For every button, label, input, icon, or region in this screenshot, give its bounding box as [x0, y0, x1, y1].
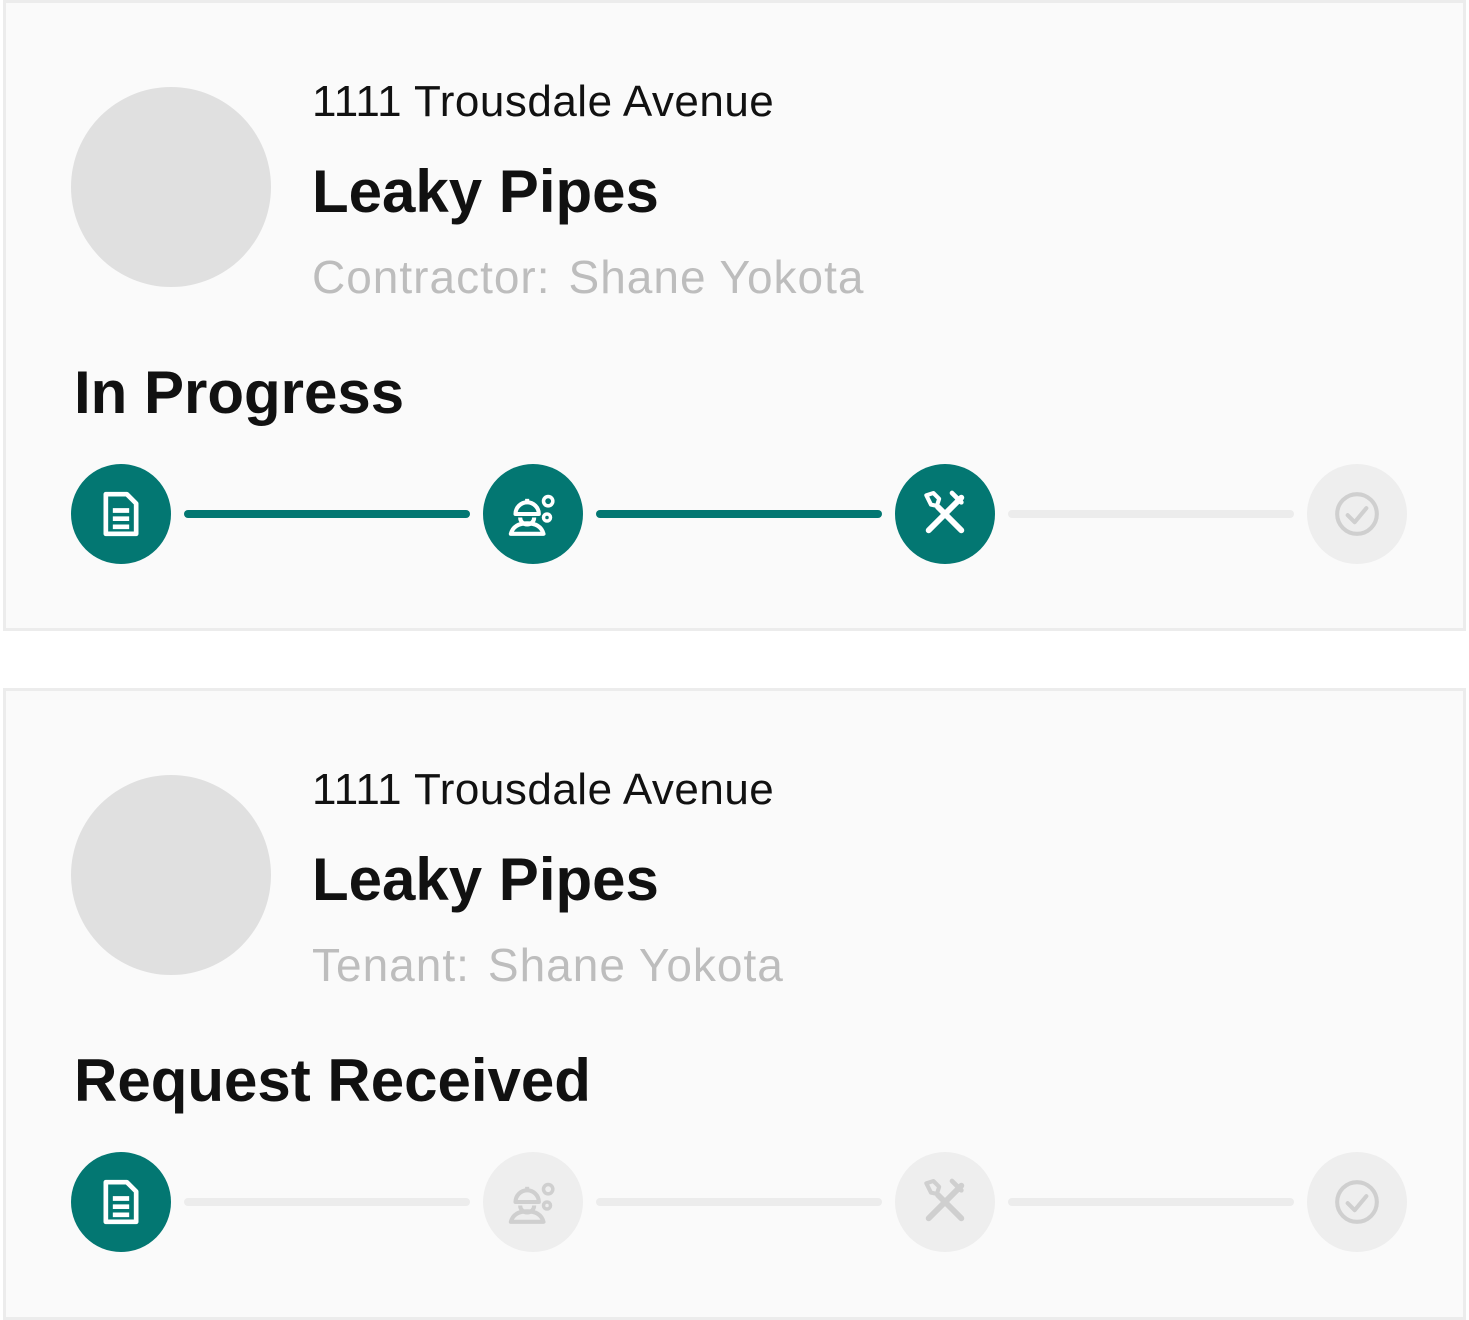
document-icon — [103, 491, 139, 537]
progress-connector — [1008, 1198, 1294, 1206]
request-card[interactable]: 1111 Trousdale Avenue Leaky Pipes Contra… — [3, 0, 1466, 631]
progress-connector — [596, 510, 882, 518]
status-label: In Progress — [74, 359, 405, 426]
progress-step-work — [895, 1152, 995, 1252]
check-circle-icon — [1335, 492, 1379, 536]
progress-step-assigned — [483, 464, 583, 564]
request-title: Leaky Pipes — [312, 158, 659, 225]
check-circle-icon — [1335, 1180, 1379, 1224]
tools-icon — [924, 1178, 965, 1222]
worker-gears-icon — [508, 1182, 555, 1224]
avatar — [71, 87, 271, 287]
assigned-person: Contractor: Shane Yokota — [312, 250, 864, 304]
progress-connector — [596, 1198, 882, 1206]
property-address: 1111 Trousdale Avenue — [312, 765, 775, 814]
progress-step-complete — [1307, 464, 1407, 564]
document-icon — [103, 1179, 139, 1225]
progress-step-request — [71, 1152, 171, 1252]
progress-step-request — [71, 464, 171, 564]
avatar — [71, 775, 271, 975]
tools-icon — [924, 490, 965, 534]
person-name: Shane Yokota — [568, 251, 865, 303]
progress-connector — [184, 1198, 470, 1206]
progress-step-assigned — [483, 1152, 583, 1252]
progress-connector — [184, 510, 470, 518]
request-card[interactable]: 1111 Trousdale Avenue Leaky Pipes Tenant… — [3, 688, 1466, 1320]
progress-step-work — [895, 464, 995, 564]
person-role-label: Contractor: — [312, 251, 551, 303]
person-role-label: Tenant: — [312, 939, 470, 991]
request-title: Leaky Pipes — [312, 846, 659, 913]
person-name: Shane Yokota — [487, 939, 784, 991]
assigned-person: Tenant: Shane Yokota — [312, 938, 784, 992]
progress-step-complete — [1307, 1152, 1407, 1252]
status-label: Request Received — [74, 1047, 591, 1114]
property-address: 1111 Trousdale Avenue — [312, 77, 775, 126]
progress-connector — [1008, 510, 1294, 518]
worker-gears-icon — [508, 494, 555, 536]
